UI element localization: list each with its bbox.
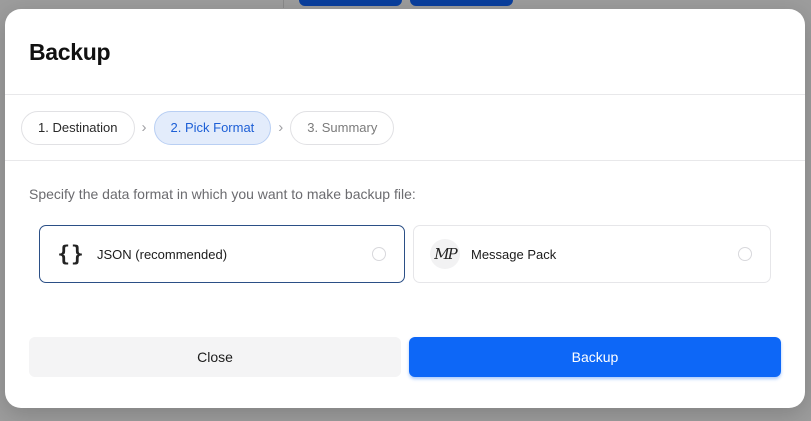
dialog-header: Backup: [5, 9, 805, 95]
curly-braces-icon: {}: [57, 242, 85, 266]
chevron-right-icon: ›: [141, 119, 147, 136]
background-button: [410, 0, 513, 6]
step-destination[interactable]: 1. Destination: [21, 111, 135, 145]
dialog-body: Specify the data format in which you wan…: [5, 161, 805, 283]
format-option-label: Message Pack: [471, 246, 557, 262]
dialog-footer: Close Backup: [29, 337, 781, 377]
background-divider: [283, 0, 284, 8]
backup-dialog: Backup 1. Destination › 2. Pick Format ›…: [5, 9, 805, 408]
backup-button[interactable]: Backup: [409, 337, 781, 377]
stepper: 1. Destination › 2. Pick Format › 3. Sum…: [5, 95, 805, 161]
close-button[interactable]: Close: [29, 337, 401, 377]
radio-messagepack[interactable]: [738, 247, 752, 261]
format-option-label: JSON (recommended): [97, 246, 228, 262]
format-option-messagepack[interactable]: MP Message Pack: [413, 225, 771, 283]
messagepack-logo-icon: MP: [430, 239, 460, 269]
chevron-right-icon: ›: [278, 119, 284, 136]
step-summary[interactable]: 3. Summary: [290, 111, 395, 145]
format-options: {} JSON (recommended) MP Message Pack: [29, 225, 781, 283]
format-option-json[interactable]: {} JSON (recommended): [39, 225, 405, 283]
format-prompt: Specify the data format in which you wan…: [29, 186, 416, 202]
step-pick-format[interactable]: 2. Pick Format: [153, 111, 272, 145]
radio-json[interactable]: [372, 247, 386, 261]
background-button: [299, 0, 402, 6]
dialog-title: Backup: [29, 39, 111, 65]
